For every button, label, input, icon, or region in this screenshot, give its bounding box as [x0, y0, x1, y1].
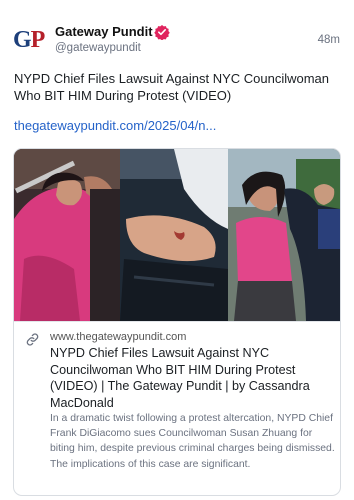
post: GP Gateway Pundit @gatewaypundit 48m NYP…	[0, 0, 354, 500]
link-card-image[interactable]	[14, 149, 340, 321]
post-text: NYPD Chief Files Lawsuit Against NYC Cou…	[14, 71, 330, 103]
account-handle[interactable]: @gatewaypundit	[55, 42, 141, 54]
link-card-description: In a dramatic twist following a protest …	[50, 413, 335, 470]
avatar[interactable]: GP	[13, 27, 47, 53]
link-chain-icon	[26, 333, 39, 346]
post-link[interactable]: thegatewaypundit.com/2025/04/n...	[14, 118, 216, 133]
link-card-domain: www.thegatewaypundit.com	[50, 331, 187, 343]
avatar-letter-p: P	[30, 27, 46, 53]
avatar-letter-g: G	[13, 27, 32, 53]
link-card-title[interactable]: NYPD Chief Files Lawsuit Against NYC Cou…	[50, 345, 332, 411]
link-card-body[interactable]: www.thegatewaypundit.com NYPD Chief File…	[14, 321, 340, 495]
display-name[interactable]: Gateway Pundit	[55, 24, 153, 39]
post-timestamp[interactable]: 48m	[318, 34, 340, 46]
verified-badge-icon	[154, 25, 170, 40]
link-card[interactable]: www.thegatewaypundit.com NYPD Chief File…	[13, 148, 341, 496]
